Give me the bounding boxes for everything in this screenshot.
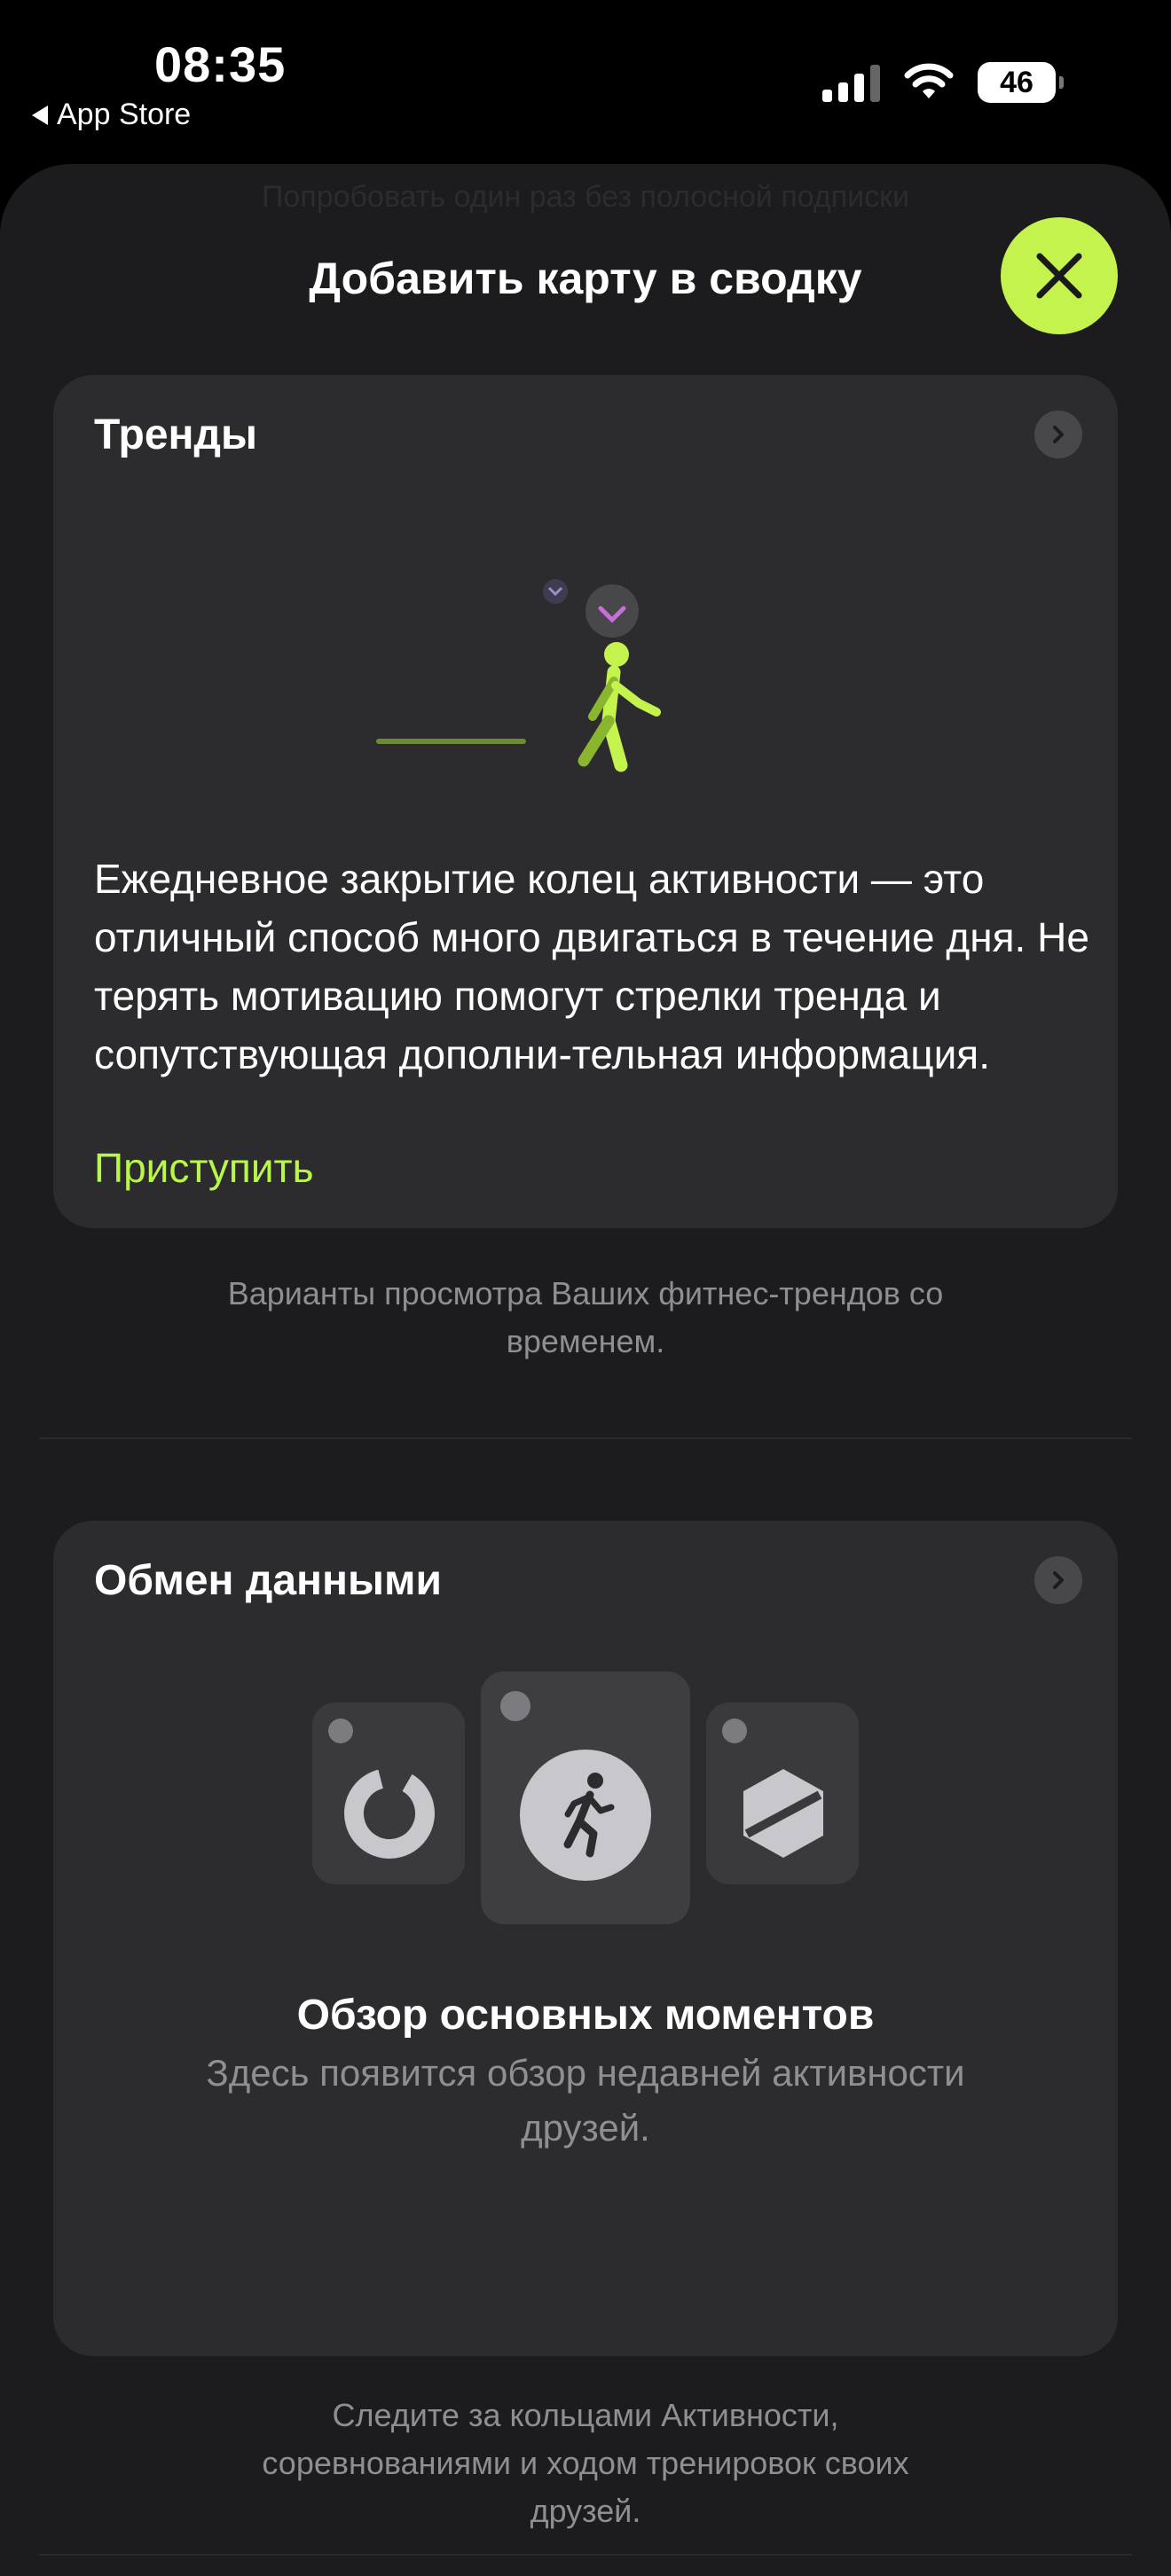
close-icon — [1036, 253, 1082, 299]
trends-description: Ежедневное закрытие колец активности — э… — [94, 856, 1089, 1077]
tile-dot — [500, 1691, 530, 1721]
battery-icon: 46 — [978, 62, 1064, 103]
wifi-icon — [904, 63, 954, 98]
trends-card[interactable]: Тренды Ежедневное закрытие колец активно… — [53, 375, 1118, 1228]
running-figure-icon — [520, 1750, 651, 1881]
add-card-sheet: Попробовать один раз без полосной подпис… — [0, 164, 1171, 2576]
hexagon-icon — [743, 1769, 823, 1858]
sharing-card-title: Обмен данными — [94, 1557, 443, 1604]
trends-caption: Варианты просмотра Ваших фитнес-трендов … — [227, 1275, 944, 1359]
tile-dot — [722, 1719, 747, 1743]
sharing-caption: Следите за кольцами Активности, соревнов… — [262, 2397, 909, 2529]
back-triangle-icon — [32, 105, 48, 125]
chevron-right-icon[interactable] — [1034, 1556, 1082, 1604]
sheet-title: Добавить карту в сводку — [309, 254, 862, 303]
sharing-card[interactable]: Обмен данными Обзор основных моментов Зд… — [53, 1521, 1118, 2356]
activity-ring-icon — [344, 1768, 435, 1859]
battery-level: 46 — [1000, 65, 1033, 99]
walking-figure-icon — [578, 642, 661, 772]
status-icons: 46 — [822, 62, 1064, 103]
highlight-subtitle: Здесь появится обзор недавней активности… — [206, 2052, 965, 2149]
competition-tile — [706, 1703, 859, 1884]
chevron-right-icon[interactable] — [1034, 411, 1082, 458]
signal-icon — [822, 63, 880, 102]
divider — [39, 2554, 1132, 2556]
back-label: App Store — [57, 98, 192, 131]
highlight-title: Обзор основных моментов — [296, 1992, 875, 2039]
status-time: 08:35 — [154, 36, 287, 92]
background-ghost-text: Попробовать один раз без полосной подпис… — [261, 180, 910, 214]
activity-tile — [312, 1703, 465, 1884]
get-started-link[interactable]: Приступить — [94, 1144, 314, 1192]
divider — [39, 1437, 1132, 1439]
trends-illustration — [376, 579, 661, 772]
back-to-app-store[interactable]: App Store — [32, 98, 191, 132]
close-button[interactable] — [1001, 217, 1118, 334]
tile-dot — [328, 1719, 353, 1743]
workout-tile — [481, 1672, 690, 1924]
trends-card-title: Тренды — [94, 411, 257, 458]
